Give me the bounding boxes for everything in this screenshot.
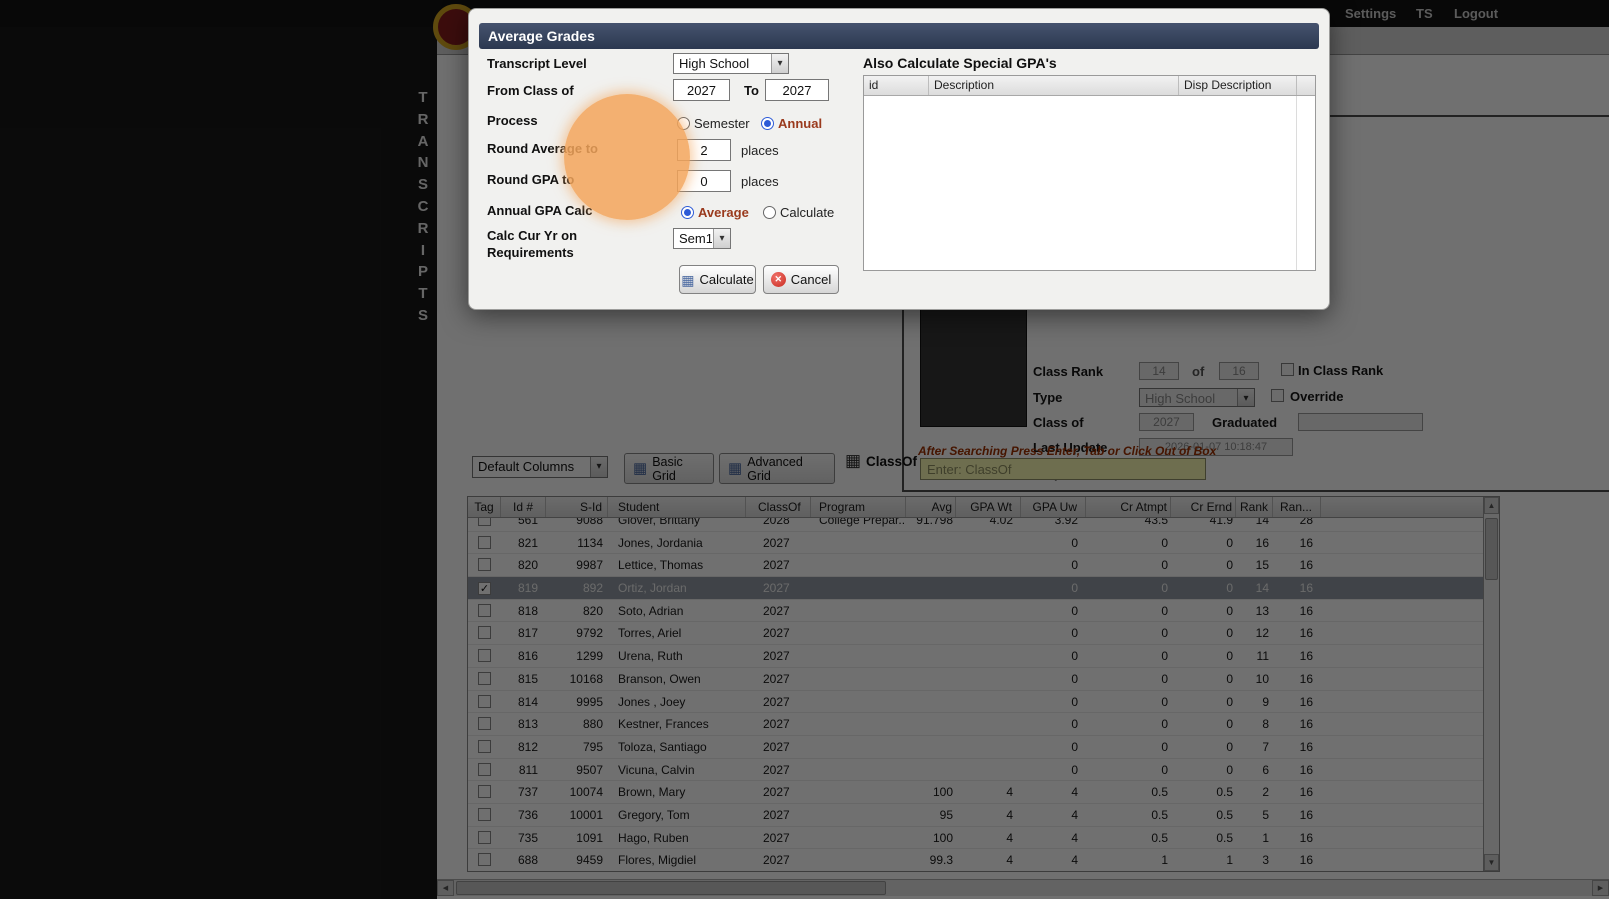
- annual-gpa-calc-label: Annual GPA Calc: [487, 203, 593, 218]
- cancel-button-label: Cancel: [790, 272, 832, 287]
- chevron-down-icon: ▾: [771, 54, 788, 73]
- gpa-scroll-gutter: [1297, 76, 1315, 95]
- dialog-title-bar[interactable]: Average Grades: [479, 23, 1319, 49]
- click-indicator: [564, 94, 690, 220]
- special-gpa-table-body: [864, 96, 1315, 270]
- calculate-button[interactable]: ▦ Calculate: [679, 265, 756, 294]
- gpa-column-description[interactable]: Description: [929, 76, 1179, 95]
- calc-cur-yr-label-line2: Requirements: [487, 245, 574, 260]
- chevron-down-icon: ▾: [713, 229, 730, 248]
- dialog-title: Average Grades: [488, 28, 595, 44]
- calc-cur-yr-label-line1: Calc Cur Yr on: [487, 228, 578, 243]
- calculate-button-label: Calculate: [699, 272, 754, 287]
- special-gpa-heading: Also Calculate Special GPA's: [863, 55, 1057, 71]
- average-label: Average: [698, 205, 749, 220]
- calculate-radio[interactable]: [763, 206, 776, 219]
- special-gpa-table: id Description Disp Description: [863, 75, 1316, 271]
- calc-cur-yr-select[interactable]: Sem1 ▾: [673, 228, 731, 249]
- application-window: Settings TS Logout 2-Tech Support-2 (s8)…: [0, 0, 1609, 899]
- calculator-icon: ▦: [681, 271, 695, 288]
- cancel-x-icon: ✕: [770, 272, 786, 287]
- round-average-places-label: places: [741, 143, 779, 158]
- calculate-radio-label: Calculate: [780, 205, 835, 220]
- transcript-level-label: Transcript Level: [487, 56, 587, 71]
- gpa-column-id[interactable]: id: [864, 76, 929, 95]
- cancel-button[interactable]: ✕ Cancel: [763, 265, 839, 294]
- from-class-of-input[interactable]: [673, 79, 730, 101]
- process-label: Process: [487, 113, 538, 128]
- semester-label: Semester: [694, 116, 750, 131]
- annual-radio[interactable]: [761, 117, 774, 130]
- transcript-level-select[interactable]: High School ▾: [673, 53, 789, 74]
- special-gpa-header-row: id Description Disp Description: [864, 76, 1315, 96]
- round-gpa-places-label: places: [741, 174, 779, 189]
- round-gpa-label: Round GPA to: [487, 172, 575, 187]
- average-radio[interactable]: [681, 206, 694, 219]
- gpa-column-disp-description[interactable]: Disp Description: [1179, 76, 1297, 95]
- to-label: To: [744, 83, 759, 98]
- from-class-of-label: From Class of: [487, 83, 574, 98]
- to-class-of-input[interactable]: [765, 79, 829, 101]
- annual-label: Annual: [778, 116, 823, 131]
